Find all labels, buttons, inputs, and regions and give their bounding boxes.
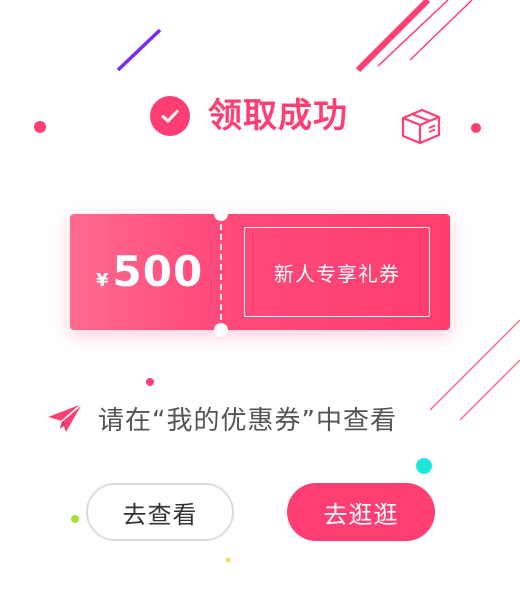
- success-modal: 领取成功 ¥ 500 新人专享礼券 请在“我的优惠券”中查看 去查看 去逛逛: [0, 0, 520, 600]
- go-shopping-button[interactable]: 去逛逛: [287, 483, 435, 541]
- purple-stroke-decoration: [116, 28, 162, 72]
- check-icon: [150, 96, 190, 136]
- lime-dot-decoration: [71, 515, 79, 523]
- pink-stroke-decoration: [429, 319, 520, 411]
- pink-stroke-decoration: [459, 359, 520, 421]
- coupon-notch-top: [214, 207, 228, 221]
- yellow-dot-decoration: [225, 557, 231, 563]
- coupon-divider: [220, 224, 222, 320]
- pink-dot-decoration: [34, 121, 46, 133]
- coupon-value: 500: [112, 247, 204, 296]
- pink-stroke-decoration: [355, 0, 431, 73]
- cyan-dot-decoration: [416, 458, 432, 474]
- view-coupon-button[interactable]: 去查看: [86, 483, 234, 541]
- pink-stroke-decoration: [377, 0, 449, 67]
- coupon-currency: ¥: [96, 270, 109, 291]
- box-icon: [401, 108, 441, 145]
- pink-dot-decoration: [471, 123, 481, 133]
- page-title: 领取成功: [208, 96, 348, 136]
- paper-plane-icon: [48, 403, 83, 432]
- title-row: 领取成功: [150, 92, 348, 140]
- pink-stroke-decoration: [409, 0, 473, 61]
- message-row: 请在“我的优惠券”中查看: [46, 396, 397, 440]
- coupon-label: 新人专享礼券: [244, 227, 430, 317]
- coupon-location-hint: 请在“我的优惠券”中查看: [98, 405, 397, 436]
- coupon-notch-bottom: [214, 323, 228, 337]
- coupon-card: ¥ 500 新人专享礼券: [70, 207, 450, 337]
- pink-dot-decoration: [146, 378, 154, 386]
- coupon-amount: ¥ 500: [96, 242, 203, 302]
